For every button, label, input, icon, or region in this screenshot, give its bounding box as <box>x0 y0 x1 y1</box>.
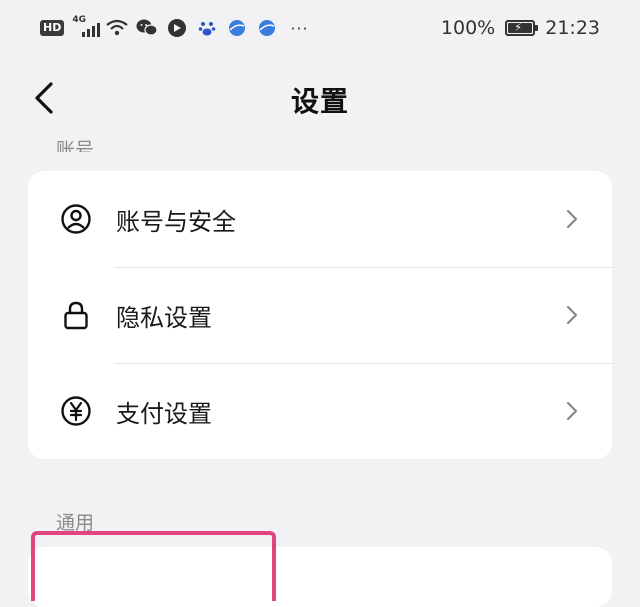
chevron-right-icon <box>566 401 578 421</box>
account-settings-card: 账号与安全 隐私设置 支付设置 <box>28 171 612 459</box>
browser-icon <box>256 17 278 39</box>
yen-circle-icon <box>61 396 91 426</box>
list-item-label: 支付设置 <box>116 400 212 428</box>
status-bar: HD 4G ··· 100% ⚡ 21:23 <box>0 0 640 56</box>
page-title: 设置 <box>290 85 349 118</box>
baidu-paw-icon <box>196 17 218 39</box>
nav-bar: 设置 <box>0 64 640 134</box>
chevron-right-icon <box>566 305 578 325</box>
status-time: 21:23 <box>545 17 600 39</box>
list-item-label: 账号与安全 <box>116 208 236 236</box>
chevron-right-icon <box>566 209 578 229</box>
hd-badge: HD <box>40 20 65 36</box>
list-item-payment[interactable]: 支付设置 <box>28 363 612 459</box>
browser-icon <box>226 17 248 39</box>
message-icon <box>166 17 188 39</box>
highlight-box <box>31 531 276 601</box>
user-circle-icon <box>61 204 91 234</box>
status-icons-left: HD 4G ··· <box>40 14 309 42</box>
section-label-account: 账号 <box>56 139 95 152</box>
battery-percent: 100% <box>440 17 496 39</box>
wechat-icon <box>136 17 158 39</box>
wifi-icon <box>106 17 129 39</box>
battery-icon: ⚡ <box>505 20 539 36</box>
lock-icon <box>64 301 88 330</box>
list-item-privacy[interactable]: 隐私设置 <box>28 267 612 363</box>
more-icon: ··· <box>290 18 309 38</box>
cellular-signal-icon: 4G <box>72 15 101 39</box>
status-icons-right: 100% ⚡ 21:23 <box>441 14 600 42</box>
list-item-account-security[interactable]: 账号与安全 <box>28 171 612 267</box>
list-item-label: 隐私设置 <box>116 304 212 332</box>
